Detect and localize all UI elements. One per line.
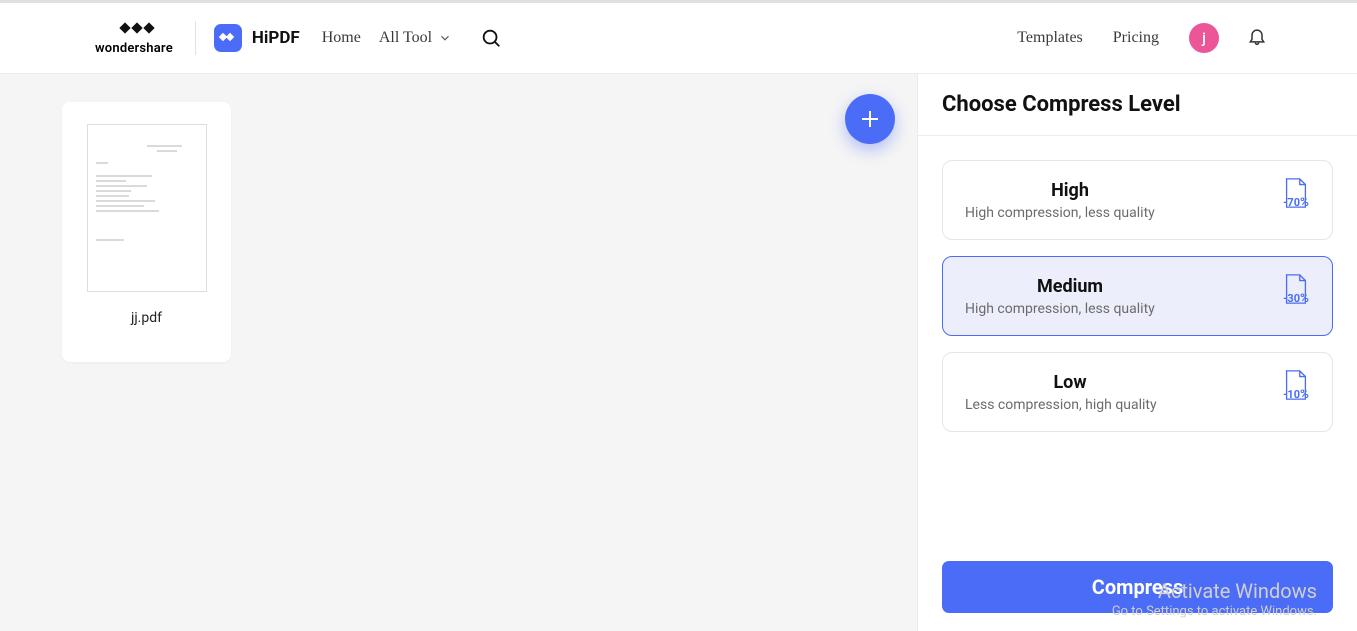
nav-pricing[interactable]: Pricing [1113, 29, 1159, 47]
compress-panel: Choose Compress Level High High compress… [917, 74, 1357, 631]
option-subtitle: High compression, less quality [965, 301, 1175, 317]
reduction-badge: -30% [1282, 273, 1310, 319]
wondershare-label: wondershare [95, 41, 173, 56]
compress-options: High High compression, less quality -70%… [918, 136, 1357, 432]
compress-option-low[interactable]: Low Less compression, high quality -10% [942, 352, 1333, 432]
search-icon [480, 27, 502, 49]
add-file-button[interactable] [845, 94, 895, 144]
nav-all-tool[interactable]: All Tool [379, 29, 452, 47]
user-avatar[interactable]: j [1189, 23, 1219, 53]
search-button[interactable] [480, 27, 502, 49]
option-subtitle: Less compression, high quality [965, 397, 1175, 413]
file-thumbnail [87, 124, 207, 292]
app-header: wondershare HiPDF Home All Tool Template… [0, 3, 1357, 74]
workspace: jj.pdf [0, 74, 917, 631]
compress-button[interactable]: Compress [942, 561, 1333, 613]
plus-icon [858, 107, 882, 131]
reduction-badge: -70% [1282, 177, 1310, 223]
reduction-badge: -10% [1282, 369, 1310, 415]
file-name: jj.pdf [131, 310, 162, 326]
file-card[interactable]: jj.pdf [62, 102, 231, 362]
option-subtitle: High compression, less quality [965, 205, 1175, 221]
compress-option-medium[interactable]: Medium High compression, less quality -3… [942, 256, 1333, 336]
compress-option-high[interactable]: High High compression, less quality -70% [942, 160, 1333, 240]
nav-all-tool-label: All Tool [379, 29, 432, 47]
bell-icon [1247, 26, 1267, 46]
wondershare-logo-icon [111, 21, 157, 39]
option-title: Low [965, 372, 1175, 393]
notifications-button[interactable] [1247, 26, 1267, 50]
option-title: Medium [965, 276, 1175, 297]
hipdf-logo-icon[interactable] [214, 24, 242, 52]
option-title: High [965, 180, 1175, 201]
nav-templates[interactable]: Templates [1017, 29, 1083, 47]
wondershare-brand[interactable]: wondershare [95, 21, 173, 56]
hipdf-label[interactable]: HiPDF [252, 28, 300, 48]
chevron-down-icon [438, 31, 452, 45]
nav-home[interactable]: Home [322, 29, 361, 47]
panel-header: Choose Compress Level [918, 74, 1357, 136]
panel-title: Choose Compress Level [942, 92, 1333, 117]
header-divider [195, 21, 196, 55]
